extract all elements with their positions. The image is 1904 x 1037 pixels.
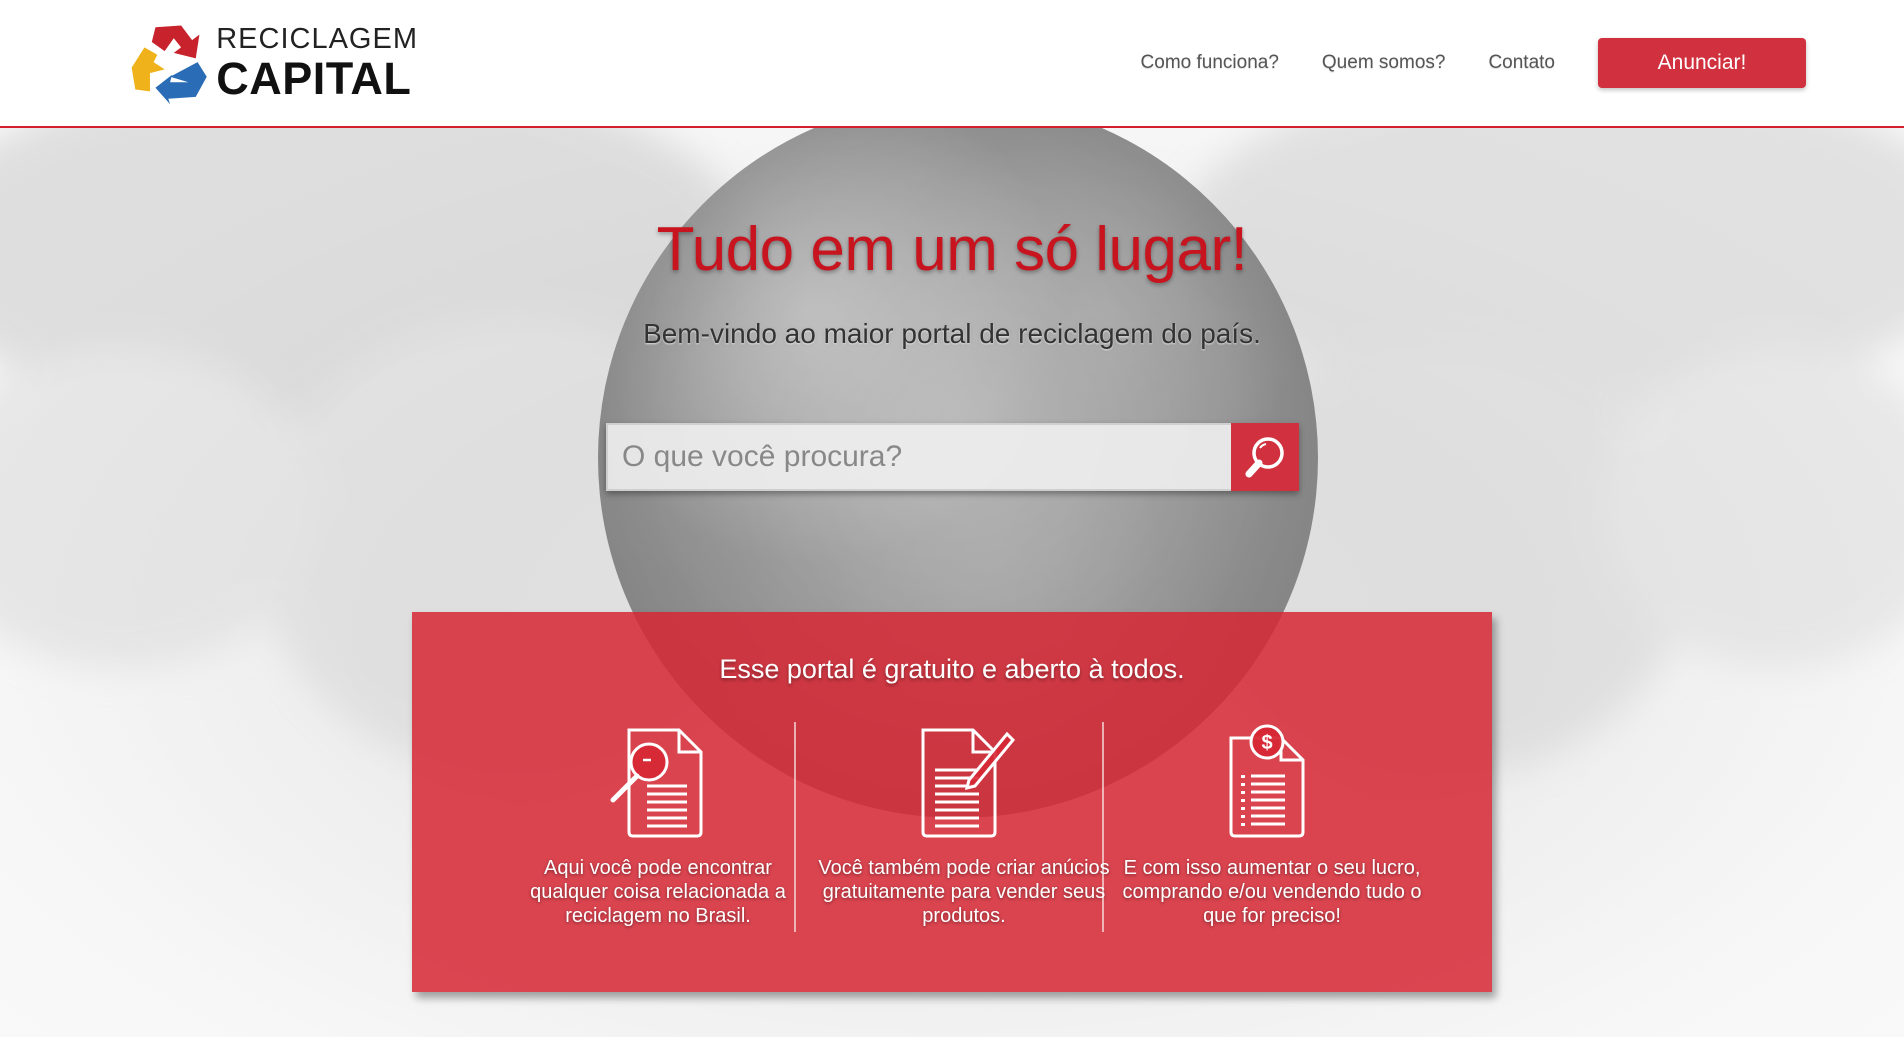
money-document-icon: $ — [1229, 724, 1305, 838]
hero-section: Tudo em um só lugar! Bem-vindo ao maior … — [0, 128, 1904, 1037]
feature-column-create: Você também pode criar anúcios gratuitam… — [810, 724, 1118, 928]
anunciar-button[interactable]: Anunciar! — [1598, 38, 1806, 88]
column-divider — [1102, 722, 1104, 932]
hero-subtitle: Bem-vindo ao maior portal de reciclagem … — [643, 318, 1261, 349]
nav-contato[interactable]: Contato — [1488, 52, 1555, 74]
logo-text-bottom: CAPITAL — [216, 53, 412, 104]
hero-title: Tudo em um só lugar! — [656, 215, 1248, 284]
nav-quem-somos[interactable]: Quem somos? — [1322, 52, 1446, 74]
feature-column-profit: $ E com isso aumentar o seu lucro, compr… — [1118, 724, 1426, 928]
main-nav: Como funciona? Quem somos? Contato Anunc… — [1141, 38, 1806, 88]
search-icon — [1245, 437, 1284, 478]
edit-document-icon — [921, 728, 1016, 838]
search-button[interactable] — [1231, 423, 1299, 491]
info-box: Esse portal é gratuito e aberto à todos.… — [412, 612, 1492, 992]
site-header: RECICLAGEM CAPITAL Como funciona? Quem s… — [0, 0, 1904, 128]
recycle-logo-icon — [131, 25, 207, 105]
search-document-icon — [610, 728, 703, 838]
search-bar — [606, 423, 1299, 491]
feature-text-profit: E com isso aumentar o seu lucro, compran… — [1122, 857, 1422, 927]
feature-column-find: Aqui você pode encontrar qualquer coisa … — [504, 724, 812, 928]
feature-text-create: Você também pode criar anúcios gratuitam… — [818, 857, 1110, 927]
site-logo[interactable]: RECICLAGEM CAPITAL — [128, 18, 418, 108]
feature-text-find: Aqui você pode encontrar qualquer coisa … — [530, 857, 786, 927]
logo-text-top: RECICLAGEM — [216, 23, 418, 55]
column-divider — [794, 722, 796, 932]
info-title: Esse portal é gratuito e aberto à todos. — [719, 654, 1185, 684]
svg-text:$: $ — [1261, 732, 1272, 754]
nav-como-funciona[interactable]: Como funciona? — [1141, 52, 1279, 74]
search-input[interactable] — [606, 423, 1231, 491]
